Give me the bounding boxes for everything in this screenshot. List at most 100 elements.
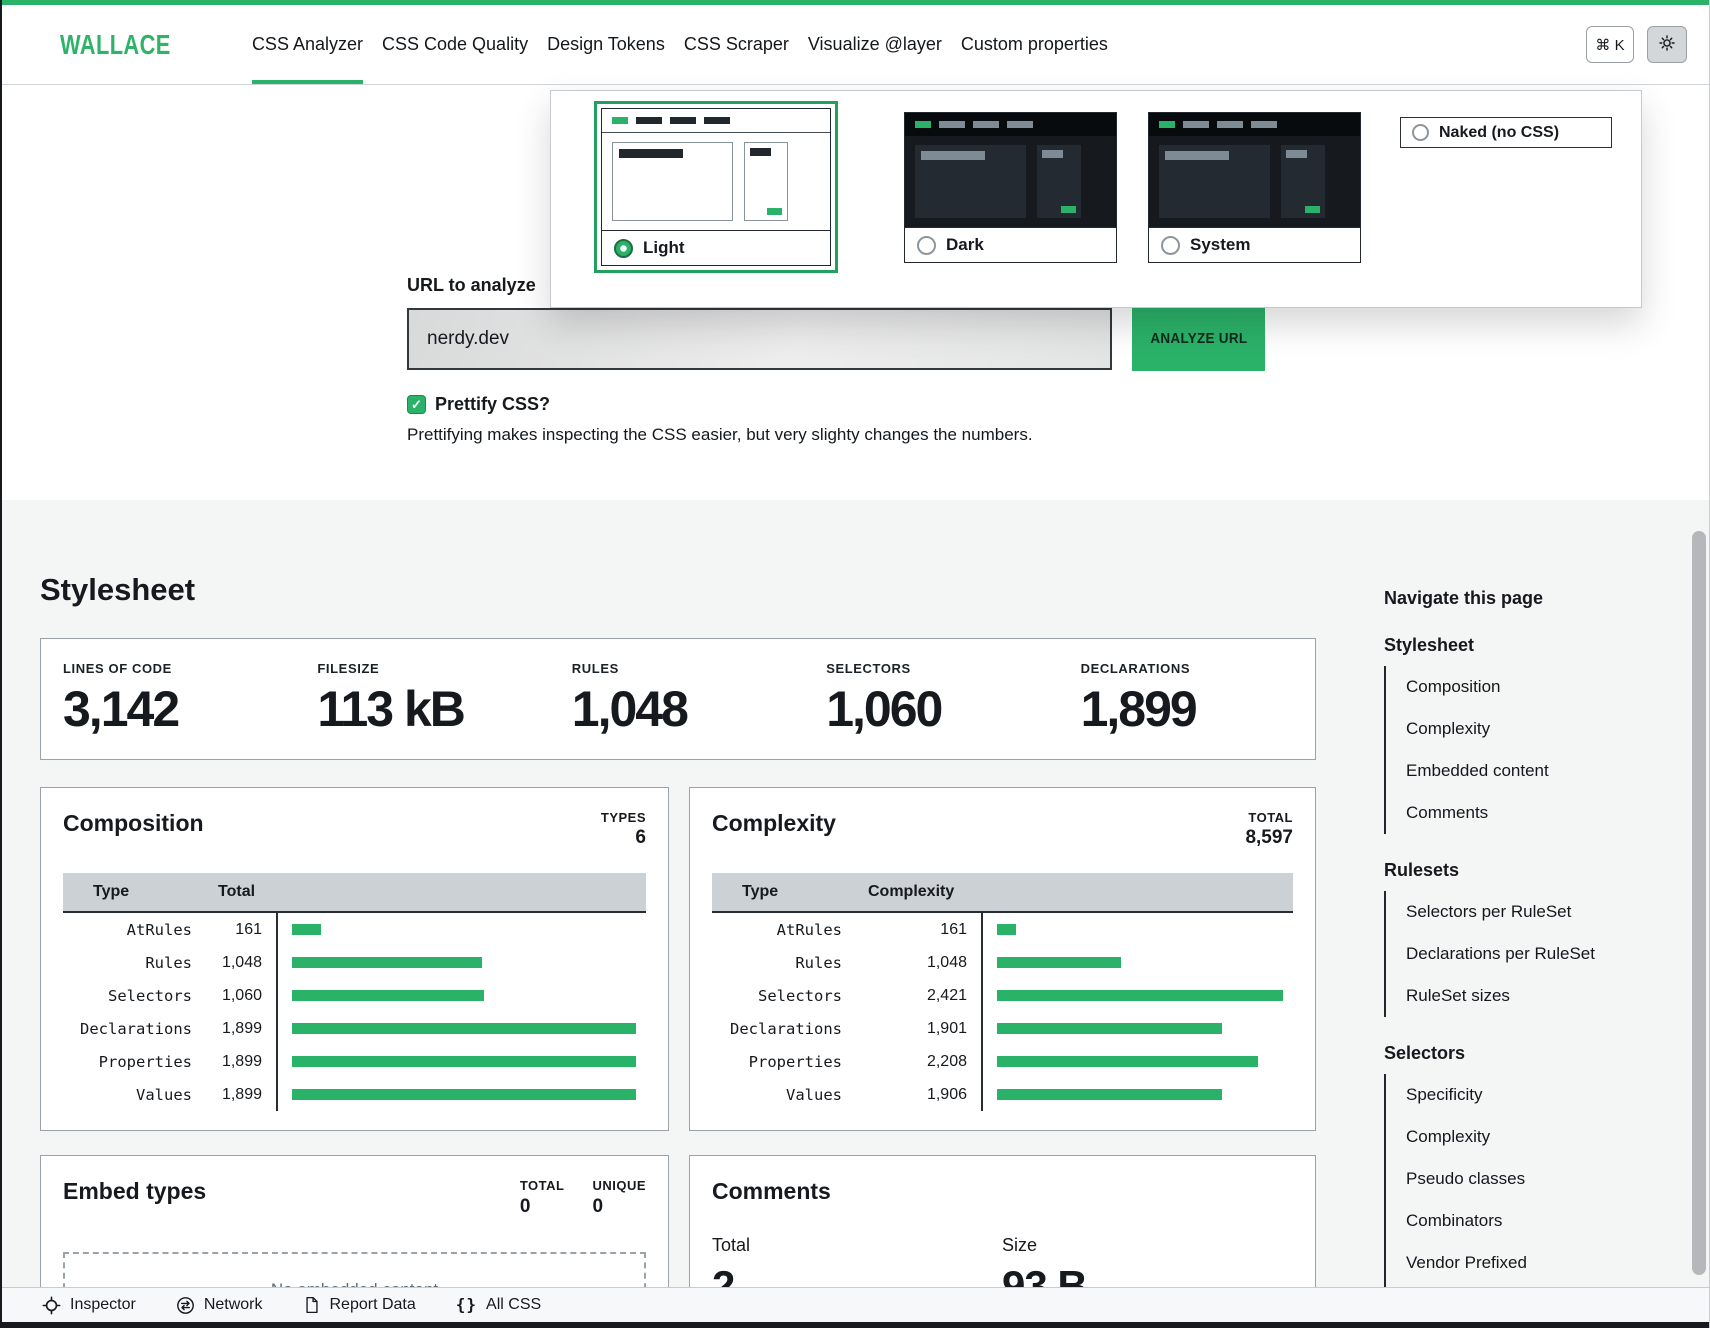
theme-option-dark[interactable]: Dark (904, 112, 1117, 263)
page-nav-item-selectors-per-ruleset[interactable]: Selectors per RuleSet (1386, 891, 1634, 933)
theme-option-label: System (1190, 235, 1250, 255)
braces-icon: {} (456, 1295, 477, 1315)
page-nav-section-rulesets[interactable]: Rulesets (1384, 860, 1634, 881)
document-icon (303, 1296, 321, 1314)
composition-card: Composition TYPES 6 TypeTotalAtRules161R… (40, 787, 669, 1131)
embed-types-head: Embed types TOTAL 0UNIQUE 0 (63, 1178, 646, 1218)
row-bar (981, 1078, 1293, 1111)
row-bar (276, 913, 646, 946)
page-nav-item-composition[interactable]: Composition (1386, 666, 1634, 708)
nav-item-css-scraper[interactable]: CSS Scraper (684, 5, 789, 84)
command-k-button[interactable]: ⌘ K (1586, 26, 1634, 63)
results-section: Stylesheet LINES OF CODE3,142FILESIZE113… (2, 500, 1709, 1328)
composition-card-head: Composition TYPES 6 (63, 810, 646, 849)
row-type: AtRules (63, 913, 204, 946)
theme-option-system[interactable]: System (1148, 112, 1361, 263)
nav-item-visualize-layer[interactable]: Visualize @layer (808, 5, 942, 84)
page-nav-section-stylesheet[interactable]: Stylesheet (1384, 635, 1634, 656)
network-icon (176, 1296, 195, 1315)
table-header-value: Total (204, 873, 276, 913)
composition-meta-value: 6 (601, 827, 646, 849)
bottom-bar-item-label: All CSS (486, 1296, 541, 1314)
navbar-actions: ⌘ K (1586, 26, 1687, 63)
embed-types-stats: TOTAL 0UNIQUE 0 (520, 1178, 646, 1218)
stat-label: UNIQUE (592, 1178, 646, 1193)
crosshair-icon (42, 1296, 61, 1315)
page-nav-item-pseudo-classes[interactable]: Pseudo classes (1386, 1158, 1634, 1200)
window-bottom-edge (2, 1322, 1709, 1328)
stylesheet-heading: Stylesheet (40, 572, 195, 608)
page-nav-group-stylesheet: CompositionComplexityEmbedded contentCom… (1384, 666, 1634, 834)
bottom-bar-item-report-data[interactable]: Report Data (303, 1296, 416, 1314)
row-type: Selectors (712, 979, 854, 1012)
composition-meta-label: TYPES (601, 810, 646, 825)
composition-title: Composition (63, 810, 204, 837)
row-value: 2,421 (854, 979, 981, 1012)
radio-system[interactable] (1161, 236, 1180, 255)
embed-stat-unique: UNIQUE 0 (592, 1178, 646, 1218)
prettify-checkbox[interactable]: ✓ (407, 395, 426, 414)
page-nav-section-selectors[interactable]: Selectors (1384, 1043, 1634, 1064)
stat-label: SELECTORS (826, 661, 1060, 676)
page-nav-item-combinators[interactable]: Combinators (1386, 1200, 1634, 1242)
radio-light[interactable] (614, 239, 633, 258)
table-header-bar (276, 873, 646, 913)
row-bar (981, 979, 1293, 1012)
scrollbar-thumb[interactable] (1692, 531, 1706, 1275)
url-label: URL to analyze (407, 275, 536, 296)
theme-option-label: Light (643, 238, 685, 258)
navbar: WALLACE CSS AnalyzerCSS Code QualityDesi… (2, 0, 1709, 85)
analyze-url-label: ANALYZE URL (1150, 330, 1247, 347)
radio-naked[interactable] (1412, 124, 1429, 141)
nav-item-css-code-quality[interactable]: CSS Code Quality (382, 5, 528, 84)
bottom-bar-item-inspector[interactable]: Inspector (42, 1296, 136, 1315)
page-nav-title: Navigate this page (1384, 588, 1634, 609)
stat-label: Size (1002, 1235, 1293, 1256)
row-type: Rules (63, 946, 204, 979)
stat-value: 3,142 (63, 680, 297, 738)
row-type: Properties (63, 1045, 204, 1078)
complexity-card: Complexity TOTAL 8,597 TypeComplexityAtR… (689, 787, 1316, 1131)
row-value: 2,208 (854, 1045, 981, 1078)
nav-item-css-analyzer[interactable]: CSS Analyzer (252, 5, 363, 84)
page-nav-group-rulesets: Selectors per RuleSetDeclarations per Ru… (1384, 891, 1634, 1017)
row-value: 1,899 (204, 1078, 276, 1111)
brand-logo[interactable]: WALLACE (60, 29, 171, 61)
complexity-table: TypeComplexityAtRules161Rules1,048Select… (712, 873, 1293, 1111)
prettify-row: ✓ Prettify CSS? (407, 394, 550, 415)
bottom-bar-item-label: Report Data (330, 1296, 416, 1314)
row-bar (981, 913, 1293, 946)
analyze-url-button[interactable]: ANALYZE URL (1132, 306, 1265, 371)
embed-types-title: Embed types (63, 1178, 206, 1205)
page-nav-item-ruleset-sizes[interactable]: RuleSet sizes (1386, 975, 1634, 1017)
row-type: Values (63, 1078, 204, 1111)
complexity-meta: TOTAL 8,597 (1245, 810, 1293, 849)
row-type: Declarations (63, 1012, 204, 1045)
row-bar (276, 1045, 646, 1078)
stat-label: Total (712, 1235, 1002, 1256)
stat-value: 0 (592, 1196, 646, 1218)
sun-icon (1658, 34, 1676, 55)
bottom-bar-item-network[interactable]: Network (176, 1296, 263, 1315)
theme-toggle-button[interactable] (1647, 26, 1687, 63)
stat-value: 1,048 (572, 680, 806, 738)
page-nav-item-comments[interactable]: Comments (1386, 792, 1634, 834)
theme-option-label-row: System (1149, 227, 1360, 262)
bottom-bar-item-all-css[interactable]: {} All CSS (456, 1295, 541, 1315)
page-nav-item-complexity[interactable]: Complexity (1386, 1116, 1634, 1158)
page-nav-item-embedded-content[interactable]: Embedded content (1386, 750, 1634, 792)
page-nav-item-declarations-per-ruleset[interactable]: Declarations per RuleSet (1386, 933, 1634, 975)
nav-item-custom-properties[interactable]: Custom properties (961, 5, 1108, 84)
theme-option-naked[interactable]: Naked (no CSS) (1400, 117, 1612, 148)
page-nav-item-vendor-prefixed[interactable]: Vendor Prefixed (1386, 1242, 1634, 1284)
stat-label: TOTAL (520, 1178, 565, 1193)
row-bar (276, 1078, 646, 1111)
nav-item-design-tokens[interactable]: Design Tokens (547, 5, 665, 84)
theme-option-light[interactable]: Light (601, 108, 831, 266)
theme-picker-popover: Light Dark System Naked (no CSS) (550, 90, 1642, 308)
radio-dark[interactable] (917, 236, 936, 255)
page-nav-item-specificity[interactable]: Specificity (1386, 1074, 1634, 1116)
light-theme-preview (602, 109, 830, 230)
page-nav-item-complexity[interactable]: Complexity (1386, 708, 1634, 750)
url-input[interactable] (407, 308, 1112, 370)
